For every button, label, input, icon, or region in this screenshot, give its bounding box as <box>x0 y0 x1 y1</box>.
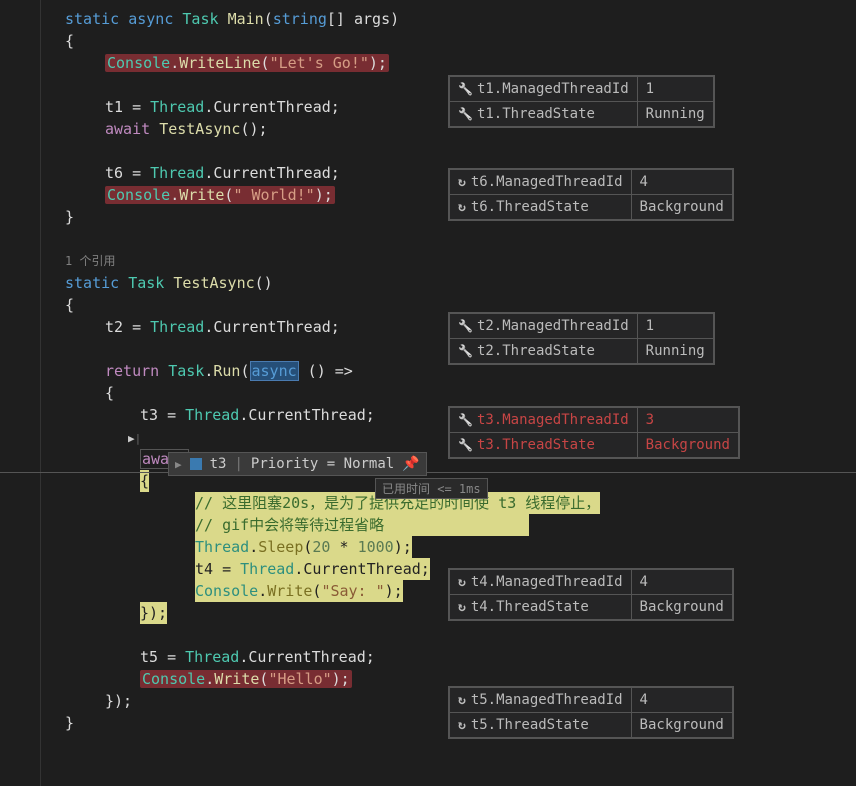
datatip-t1[interactable]: t1.ManagedThreadId1 t1.ThreadStateRunnin… <box>448 75 715 128</box>
datatip-t6[interactable]: t6.ManagedThreadId4 t6.ThreadStateBackgr… <box>448 168 734 221</box>
quickinfo-prop: Priority = Normal <box>251 456 394 472</box>
code-line: await TestAsync(); <box>0 118 856 140</box>
quickinfo-var: t3 <box>210 456 227 472</box>
execution-marker: ▶| <box>128 432 141 445</box>
field-icon <box>190 458 202 470</box>
code-line: { <box>0 382 856 404</box>
code-line: Thread.Sleep(20 * 1000); <box>0 536 856 558</box>
datatip-t3[interactable]: t3.ManagedThreadId3 t3.ThreadStateBackgr… <box>448 406 740 459</box>
datatip-t5[interactable]: t5.ManagedThreadId4 t5.ThreadStateBackgr… <box>448 686 734 739</box>
code-editor[interactable]: static async Task Main(string[] args) { … <box>0 0 856 734</box>
code-line: { <box>0 30 856 52</box>
code-line: t2 = Thread.CurrentThread; <box>0 316 856 338</box>
code-line: { <box>0 294 856 316</box>
codelens-references[interactable]: 1 个引用 <box>0 250 856 272</box>
code-line: return Task.Run(async () => <box>0 360 856 382</box>
datatip-t2[interactable]: t2.ManagedThreadId1 t2.ThreadStateRunnin… <box>448 312 715 365</box>
code-line: static async Task Main(string[] args) <box>0 8 856 30</box>
code-line: t5 = Thread.CurrentThread; <box>0 646 856 668</box>
perf-tip[interactable]: 已用时间 <= 1ms <box>375 478 488 499</box>
expand-icon[interactable]: ▶ <box>175 458 182 471</box>
quickinfo-tooltip[interactable]: ▶ t3 | Priority = Normal 📌 <box>168 452 427 476</box>
code-line: // gif中会将等待过程省略 <box>0 514 856 536</box>
pin-icon[interactable]: 📌 <box>402 456 419 472</box>
code-line: t1 = Thread.CurrentThread; <box>0 96 856 118</box>
datatip-t4[interactable]: t4.ManagedThreadId4 t4.ThreadStateBackgr… <box>448 568 734 621</box>
code-line: Console.WriteLine("Let's Go!"); <box>0 52 856 74</box>
code-line: static Task TestAsync() <box>0 272 856 294</box>
